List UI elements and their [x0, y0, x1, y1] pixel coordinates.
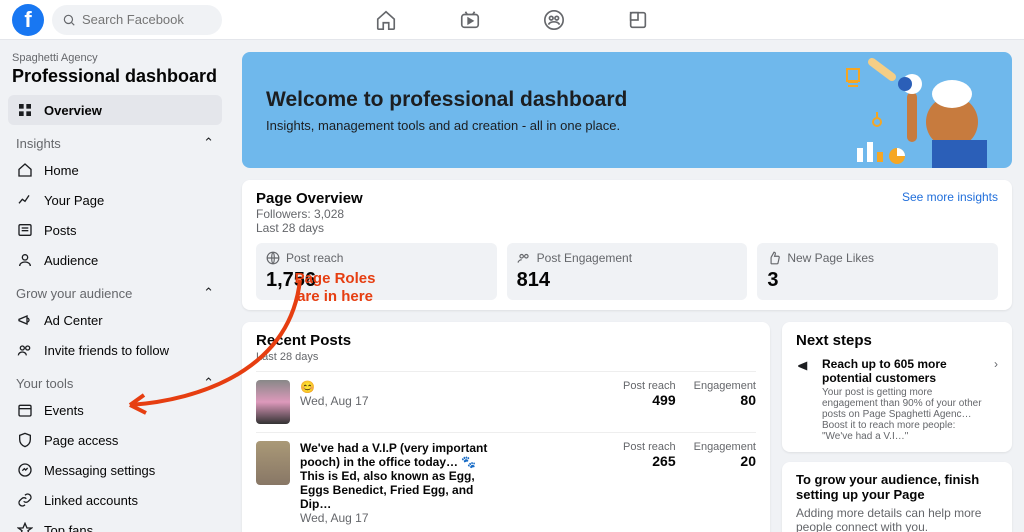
sidebar-title: Professional dashboard [12, 66, 222, 87]
sidebar-subtitle: Spaghetti Agency [12, 52, 222, 64]
search-container[interactable] [52, 5, 222, 35]
megaphone-icon [16, 311, 34, 329]
shield-icon [16, 431, 34, 449]
search-input[interactable] [82, 12, 202, 27]
groups-icon[interactable] [542, 8, 566, 32]
post-row[interactable]: 😊Wed, Aug 17 Post reach499Engagement80 [256, 371, 756, 432]
banner-illustration [752, 52, 1012, 168]
post-thumbnail [256, 441, 290, 485]
sidebar-item-invite-friends[interactable]: Invite friends to follow [8, 335, 222, 365]
sidebar-item-label: Overview [44, 103, 102, 118]
gaming-icon[interactable] [626, 8, 650, 32]
chevron-right-icon: › [994, 357, 998, 442]
link-icon [16, 491, 34, 509]
welcome-banner: Welcome to professional dashboard Insigh… [242, 52, 1012, 168]
globe-icon [266, 251, 280, 265]
sidebar: Spaghetti Agency Professional dashboard … [0, 40, 230, 532]
facebook-logo[interactable]: f [12, 4, 44, 36]
grow-audience-card: To grow your audience, finish setting up… [782, 462, 1012, 532]
recent-period: Last 28 days [256, 351, 756, 363]
calendar-icon [16, 401, 34, 419]
home-icon[interactable] [374, 8, 398, 32]
see-more-insights-link[interactable]: See more insights [902, 190, 998, 204]
chart-icon [16, 191, 34, 209]
overview-period: Last 28 days [256, 221, 363, 235]
post-thumbnail [256, 380, 290, 424]
sidebar-item-linked-accounts[interactable]: Linked accounts [8, 485, 222, 515]
sidebar-item-events[interactable]: Events [8, 395, 222, 425]
sidebar-item-top-fans[interactable]: Top fans [8, 515, 222, 532]
home-small-icon [16, 161, 34, 179]
audience-icon [16, 251, 34, 269]
top-bar: f [0, 0, 1024, 40]
sidebar-item-page-access[interactable]: Page access [8, 425, 222, 455]
sidebar-item-your-page[interactable]: Your Page [8, 185, 222, 215]
chevron-up-icon: ⌃ [203, 135, 214, 151]
banner-title: Welcome to professional dashboard [266, 88, 627, 112]
grow-desc: Adding more details can help more people… [796, 506, 998, 532]
sidebar-item-ad-center[interactable]: Ad Center [8, 305, 222, 335]
stat-post-engagement[interactable]: Post Engagement 814 [507, 243, 748, 300]
stat-post-reach[interactable]: Post reach 1,756 [256, 243, 497, 300]
star-icon [16, 521, 34, 532]
sidebar-section-tools[interactable]: Your tools ⌃ [8, 365, 222, 395]
overview-icon [16, 101, 34, 119]
sidebar-item-overview[interactable]: Overview [8, 95, 222, 125]
posts-icon [16, 221, 34, 239]
thumb-icon [767, 251, 781, 265]
post-row[interactable]: We've had a V.I.P (very important pooch)… [256, 432, 756, 532]
recent-title: Recent Posts [256, 332, 756, 349]
banner-subtitle: Insights, management tools and ad creati… [266, 118, 627, 133]
chevron-up-icon: ⌃ [203, 285, 214, 301]
page-overview-card: Page Overview Followers: 3,028 Last 28 d… [242, 180, 1012, 310]
sidebar-item-audience[interactable]: Audience [8, 245, 222, 275]
people-icon [16, 341, 34, 359]
next-steps-title: Next steps [796, 332, 998, 349]
sidebar-item-home[interactable]: Home [8, 155, 222, 185]
stat-new-likes[interactable]: New Page Likes 3 [757, 243, 998, 300]
sidebar-section-insights[interactable]: Insights ⌃ [8, 125, 222, 155]
overview-title: Page Overview [256, 190, 363, 207]
recent-posts-card: Recent Posts Last 28 days 😊Wed, Aug 17 P… [242, 322, 770, 532]
overview-followers: Followers: 3,028 [256, 207, 363, 221]
chevron-up-icon: ⌃ [203, 375, 214, 391]
main-content: Welcome to professional dashboard Insigh… [230, 40, 1024, 532]
grow-title: To grow your audience, finish setting up… [796, 472, 998, 502]
people-small-icon [517, 251, 531, 265]
next-step-item[interactable]: Reach up to 605 more potential customers… [796, 357, 998, 442]
top-nav [374, 8, 650, 32]
search-icon [62, 13, 76, 27]
sidebar-item-messaging[interactable]: Messaging settings [8, 455, 222, 485]
sidebar-item-posts[interactable]: Posts [8, 215, 222, 245]
messenger-icon [16, 461, 34, 479]
next-steps-card: Next steps Reach up to 605 more potentia… [782, 322, 1012, 452]
boost-icon [796, 357, 814, 442]
sidebar-section-grow[interactable]: Grow your audience ⌃ [8, 275, 222, 305]
video-icon[interactable] [458, 8, 482, 32]
